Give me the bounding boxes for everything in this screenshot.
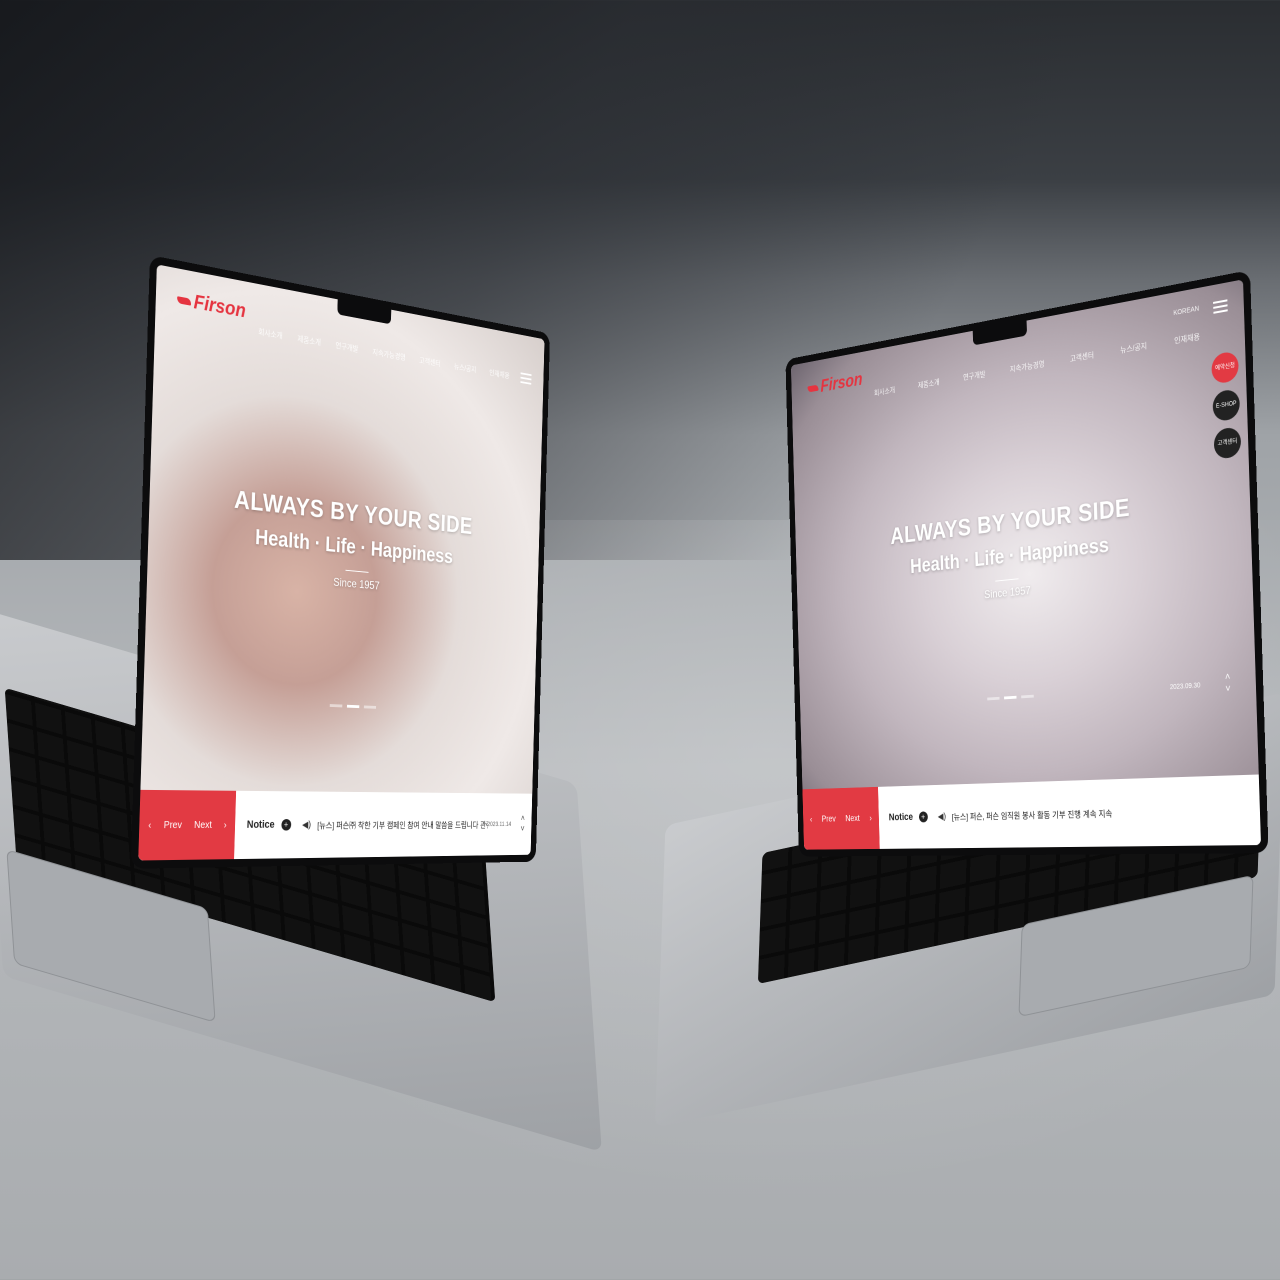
right-laptop: Firson KOREAN 회사소개 제품소개 연구개발 지속가능경영 고객센터… xyxy=(785,270,1268,857)
slide-indicator xyxy=(987,695,1034,701)
notice-more-icon[interactable]: + xyxy=(919,811,928,822)
chevron-right-icon[interactable]: › xyxy=(224,820,227,831)
language-selector[interactable]: KOREAN xyxy=(1173,306,1199,318)
notice-text[interactable]: [뉴스] 퍼슨㈜ 착한 기부 캠페인 참여 안내 말씀을 드립니다 관련 공지 xyxy=(317,819,487,831)
notice-more-icon[interactable]: + xyxy=(281,819,291,831)
logo-mark-icon xyxy=(177,296,191,305)
slide-arrows: ˄ ˅ xyxy=(1225,672,1231,696)
left-laptop-lid: Firson 회사소개 제품소개 연구개발 지속가능경영 고객센터 뉴스/공지 … xyxy=(131,255,550,869)
notice-text[interactable]: [뉴스] 퍼슨, 퍼슨 임직원 봉사 활동 기부 진행 계속 지속 xyxy=(952,803,1260,822)
hero-slogan: ALWAYS BY YOUR SIDE Health · Life · Happ… xyxy=(796,477,1253,619)
nav-item-rnd[interactable]: 연구개발 xyxy=(963,369,986,383)
nav-item-support[interactable]: 고객센터 xyxy=(1070,350,1094,365)
quick-support-button[interactable]: 고객센터 xyxy=(1214,426,1242,460)
next-button[interactable]: Next xyxy=(194,820,212,831)
prev-next-control: ‹ Prev Next › xyxy=(802,787,879,850)
chevron-up-icon[interactable]: ˄ xyxy=(521,814,525,825)
chevron-up-icon[interactable]: ˄ xyxy=(1225,672,1231,684)
brand-logo[interactable]: Firson xyxy=(807,370,862,400)
prev-next-control: ‹ Prev Next › xyxy=(138,790,236,861)
slide-dot-active[interactable] xyxy=(347,705,359,708)
logo-mark-icon xyxy=(808,385,819,393)
main-nav: 회사소개 제품소개 연구개발 지속가능경영 고객센터 뉴스/공지 인재채용 xyxy=(258,327,510,381)
quick-eshop-button[interactable]: E-SHOP xyxy=(1212,388,1240,422)
hero-slogan: ALWAYS BY YOUR SIDE Health · Life · Happ… xyxy=(147,474,539,606)
slide-meta: 2023.09.30 ˄ ˅ xyxy=(1170,671,1240,699)
hamburger-menu-icon[interactable] xyxy=(1213,296,1228,316)
right-laptop-lid: Firson KOREAN 회사소개 제품소개 연구개발 지속가능경영 고객센터… xyxy=(785,270,1268,857)
slide-dot-active[interactable] xyxy=(1004,696,1016,700)
nav-item-news[interactable]: 뉴스/공지 xyxy=(1120,340,1147,355)
main-nav: 회사소개 제품소개 연구개발 지속가능경영 고객센터 뉴스/공지 인재채용 xyxy=(874,331,1200,398)
nav-item-news[interactable]: 뉴스/공지 xyxy=(454,361,477,375)
chevron-left-icon[interactable]: ‹ xyxy=(148,820,151,831)
chevron-left-icon[interactable]: ‹ xyxy=(810,815,813,825)
right-screen: Firson KOREAN 회사소개 제품소개 연구개발 지속가능경영 고객센터… xyxy=(791,279,1261,849)
hamburger-menu-icon[interactable] xyxy=(520,370,531,388)
hero-banner-mother-baby: Firson 회사소개 제품소개 연구개발 지속가능경영 고객센터 뉴스/공지 … xyxy=(140,264,544,793)
brand-logo[interactable]: Firson xyxy=(177,288,246,323)
hero-divider xyxy=(345,569,368,572)
hero-banner-lab: Firson KOREAN 회사소개 제품소개 연구개발 지속가능경영 고객센터… xyxy=(791,279,1259,789)
nav-item-products[interactable]: 제품소개 xyxy=(297,334,321,349)
brand-name: Firson xyxy=(193,291,246,322)
prev-button[interactable]: Prev xyxy=(164,820,182,831)
left-laptop: Firson 회사소개 제품소개 연구개발 지속가능경영 고객센터 뉴스/공지 … xyxy=(131,255,550,869)
nav-item-products[interactable]: 제품소개 xyxy=(918,377,940,391)
slide-dot[interactable] xyxy=(1021,695,1034,699)
nav-item-rnd[interactable]: 연구개발 xyxy=(335,340,358,354)
notice-bar: ‹ Prev Next › Notice + ◀) [뉴스] 퍼슨㈜ 착한 기부… xyxy=(138,790,532,861)
slide-indicator xyxy=(330,704,376,709)
speaker-icon: ◀) xyxy=(302,820,311,830)
notice-label: Notice xyxy=(889,812,913,823)
chevron-down-icon[interactable]: ˅ xyxy=(520,824,524,835)
brand-name: Firson xyxy=(820,370,863,397)
next-button[interactable]: Next xyxy=(845,813,860,823)
nav-item-esg[interactable]: 지속가능경영 xyxy=(372,347,405,363)
left-screen: Firson 회사소개 제품소개 연구개발 지속가능경영 고객센터 뉴스/공지 … xyxy=(138,264,544,860)
slide-date: 2023.09.30 xyxy=(1170,682,1201,691)
chevron-right-icon[interactable]: › xyxy=(869,813,872,823)
hero-divider xyxy=(995,578,1018,581)
nav-item-company[interactable]: 회사소개 xyxy=(258,327,282,342)
quick-reservation-button[interactable]: 예약신청 xyxy=(1211,350,1239,384)
slide-dot[interactable] xyxy=(330,704,343,707)
nav-item-support[interactable]: 고객센터 xyxy=(419,355,441,369)
nav-item-company[interactable]: 회사소개 xyxy=(874,385,895,398)
notice-arrows: ˄ ˅ xyxy=(520,814,525,835)
slide-dot[interactable] xyxy=(987,697,999,701)
nav-item-careers[interactable]: 인재채용 xyxy=(489,368,510,381)
chevron-down-icon[interactable]: ˅ xyxy=(1225,683,1231,695)
notice-date: 2023.11.14 xyxy=(487,821,511,827)
prev-button[interactable]: Prev xyxy=(822,814,836,824)
quick-menu: 예약신청 E-SHOP 고객센터 xyxy=(1211,350,1241,459)
nav-item-esg[interactable]: 지속가능경영 xyxy=(1010,359,1045,375)
speaker-icon: ◀) xyxy=(938,811,946,821)
notice-label: Notice xyxy=(247,819,275,831)
nav-item-careers[interactable]: 인재채용 xyxy=(1174,331,1200,346)
slide-dot[interactable] xyxy=(364,706,376,709)
